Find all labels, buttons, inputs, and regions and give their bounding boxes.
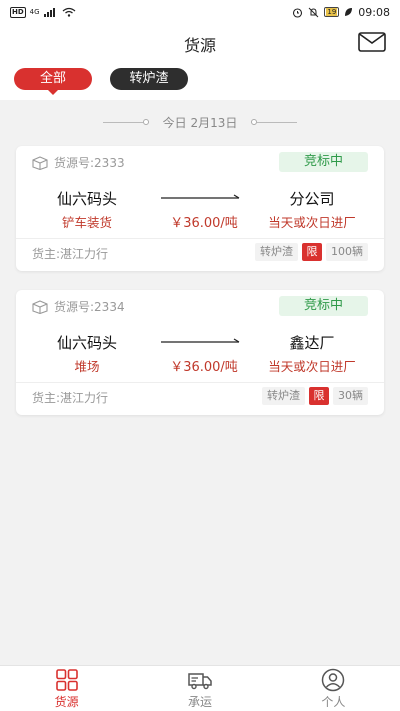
alarm-icon [293,7,303,18]
cargo-card[interactable]: 货源号:2333 竞标中 仙六码头 铲车装货 ￥36.00/吨 分公司 当天或次… [16,146,384,271]
header: 货源 全部 转炉渣 [0,24,400,100]
destination-name: 鑫达厂 [289,334,335,352]
wifi-icon [62,7,75,17]
cargo-owner: 货主:湛江力行 [32,391,109,405]
status-badge: 竞标中 [279,296,368,316]
battery-level: 19 [326,8,338,16]
material-tag: 转炉渣 [262,387,305,405]
status-badge: 竞标中 [279,152,368,172]
vehicle-count-tag: 30辆 [333,387,368,405]
battery-icon: 19 [324,7,340,17]
filter-bar: 全部 转炉渣 [14,68,188,95]
arrival-time: 当天或次日进厂 [268,215,356,230]
filter-all[interactable]: 全部 [14,68,92,95]
leaf-icon [345,8,353,16]
source-number-text: 货源号:2334 [54,300,125,314]
arrival-time: 当天或次日进厂 [268,359,356,374]
page-title: 货源 [183,36,216,55]
tab-label: 个人 [321,694,346,709]
price: ￥36.00/吨 [170,360,238,375]
card-tags: 转炉渣 限 30辆 [262,387,368,405]
clock: 09:08 [358,5,390,19]
person-icon [322,668,345,691]
card-divider [16,382,384,383]
hd-badge: HD [10,6,26,18]
origin-name: 仙六码头 [56,334,117,352]
price: ￥36.00/吨 [170,216,238,231]
card-divider [16,238,384,239]
network-indicator: 4G [29,8,40,16]
truck-icon [188,672,212,689]
source-number: 货源号:2334 [32,298,125,315]
route-arrow-icon [161,338,240,343]
status-bar: HD 4G 19 09:08 [0,0,400,24]
signal-icon [43,8,55,17]
tab-cargo-source[interactable]: 货源 [0,666,133,711]
limit-tag: 限 [309,387,329,405]
mute-icon [309,7,319,17]
loading-method: 铲车装货 [61,215,112,230]
grid-icon [55,668,78,691]
cargo-owner: 货主:湛江力行 [32,247,109,261]
box-icon [32,155,48,170]
divider-right [251,119,298,125]
bottom-tab-bar: 货源 承运 个人 [0,665,400,711]
route-arrow-icon [161,194,240,199]
date-divider: 今日 2月13日 [0,112,400,132]
limit-tag: 限 [302,243,322,261]
loading-method: 堆场 [74,359,100,374]
tab-personal[interactable]: 个人 [267,666,400,711]
source-number: 货源号:2333 [32,154,125,171]
card-tags: 转炉渣 限 100辆 [255,243,368,261]
cargo-card[interactable]: 货源号:2334 竞标中 仙六码头 堆场 ￥36.00/吨 鑫达厂 当天或次日进… [16,290,384,415]
material-tag: 转炉渣 [255,243,298,261]
tab-label: 承运 [187,694,212,709]
box-icon [32,299,48,314]
tab-label: 货源 [54,694,79,709]
destination-name: 分公司 [289,190,335,208]
filter-converter-slag[interactable]: 转炉渣 [110,68,188,90]
source-number-text: 货源号:2333 [54,156,125,170]
vehicle-count-tag: 100辆 [326,243,368,261]
date-label: 今日 2月13日 [162,115,238,130]
origin-name: 仙六码头 [56,190,117,208]
tab-carrier[interactable]: 承运 [133,666,266,711]
mail-icon[interactable] [358,32,386,52]
divider-left [102,119,149,125]
